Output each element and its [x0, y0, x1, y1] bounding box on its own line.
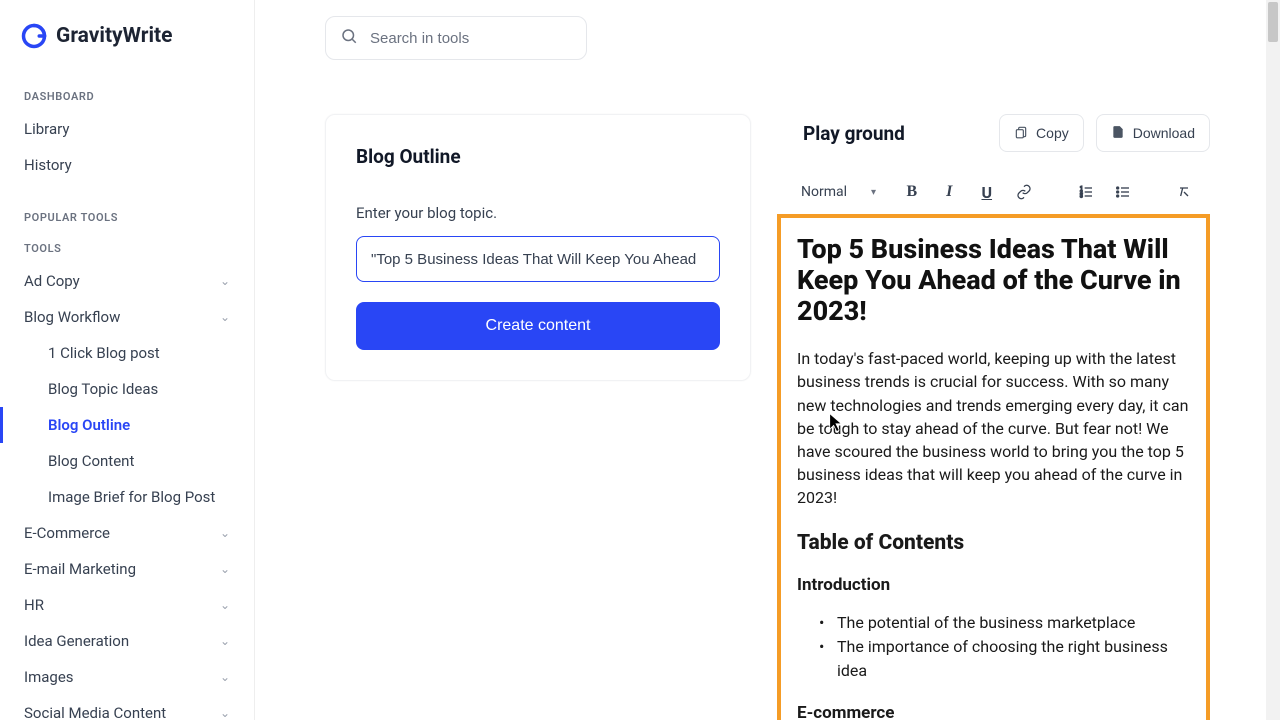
- logo-text: GravityWrite: [56, 24, 172, 48]
- playground-header: Play ground Copy: [777, 114, 1210, 170]
- section-tools: TOOLS: [0, 232, 254, 263]
- sidebar-item-label: History: [24, 156, 72, 174]
- underline-button[interactable]: U: [975, 180, 998, 204]
- logo-icon: [20, 22, 48, 50]
- form-label: Enter your blog topic.: [356, 204, 720, 222]
- ordered-list-button[interactable]: 123: [1074, 180, 1097, 204]
- chevron-down-icon: ⌄: [220, 310, 230, 324]
- search-input[interactable]: [370, 30, 572, 47]
- sidebar-sub-1clickblog[interactable]: 1 Click Blog post: [0, 335, 254, 371]
- form-title: Blog Outline: [356, 145, 720, 168]
- sidebar-item-label: Blog Topic Ideas: [48, 380, 158, 398]
- main: Blog Outline Enter your blog topic. Crea…: [255, 0, 1280, 720]
- search-icon: [340, 27, 358, 49]
- copy-button[interactable]: Copy: [999, 114, 1084, 152]
- sidebar-item-label: E-mail Marketing: [24, 560, 136, 578]
- sidebar-item-adcopy[interactable]: Ad Copy ⌄: [0, 263, 254, 299]
- sidebar-item-label: Blog Workflow: [24, 308, 120, 326]
- unordered-list-button[interactable]: [1111, 180, 1134, 204]
- svg-text:3: 3: [1080, 193, 1083, 199]
- blog-topic-input[interactable]: [356, 236, 720, 282]
- sidebar-item-label: Idea Generation: [24, 632, 129, 650]
- chevron-down-icon: ⌄: [220, 274, 230, 288]
- scrollbar-thumb[interactable]: [1268, 2, 1278, 42]
- sidebar-item-label: 1 Click Blog post: [48, 344, 160, 362]
- chevron-down-icon: ⌄: [220, 562, 230, 576]
- sidebar-item-ecommerce[interactable]: E-Commerce ⌄: [0, 515, 254, 551]
- output-bullet: The importance of choosing the right bus…: [837, 635, 1190, 683]
- sidebar-item-label: HR: [24, 596, 44, 614]
- link-button[interactable]: [1013, 180, 1036, 204]
- sidebar-sub-blogcontent[interactable]: Blog Content: [0, 443, 254, 479]
- editor-output[interactable]: Top 5 Business Ideas That Will Keep You …: [777, 214, 1210, 720]
- chevron-down-icon: ⌄: [220, 706, 230, 720]
- download-icon: [1111, 125, 1125, 142]
- sidebar-item-library[interactable]: Library: [0, 111, 254, 147]
- download-button[interactable]: Download: [1096, 114, 1210, 152]
- sidebar-item-email[interactable]: E-mail Marketing ⌄: [0, 551, 254, 587]
- chevron-down-icon: ⌄: [220, 670, 230, 684]
- sidebar-item-label: E-Commerce: [24, 524, 110, 542]
- playground-panel: Play ground Copy: [777, 114, 1210, 720]
- sidebar-item-label: Images: [24, 668, 74, 686]
- output-section-ecommerce: E-commerce: [797, 703, 1190, 720]
- sidebar: GravityWrite DASHBOARD Library History P…: [0, 0, 255, 720]
- content-row: Blog Outline Enter your blog topic. Crea…: [255, 76, 1280, 720]
- sidebar-item-label: Blog Outline: [48, 416, 130, 434]
- sidebar-item-images[interactable]: Images ⌄: [0, 659, 254, 695]
- copy-button-label: Copy: [1036, 125, 1069, 141]
- format-label: Normal: [801, 184, 847, 200]
- output-intro: In today's fast-paced world, keeping up …: [797, 347, 1190, 509]
- download-button-label: Download: [1133, 125, 1195, 141]
- sidebar-sub-blogtopic[interactable]: Blog Topic Ideas: [0, 371, 254, 407]
- output-section-intro: Introduction: [797, 575, 1190, 595]
- sidebar-sub-imagebrief[interactable]: Image Brief for Blog Post: [0, 479, 254, 515]
- output-intro-list: The potential of the business marketplac…: [797, 611, 1190, 683]
- sidebar-item-social[interactable]: Social Media Content ⌄: [0, 695, 254, 720]
- create-content-button[interactable]: Create content: [356, 302, 720, 350]
- logo[interactable]: GravityWrite: [0, 22, 254, 80]
- playground-title: Play ground: [803, 122, 905, 145]
- format-dropdown[interactable]: Normal ▾: [791, 180, 886, 204]
- sidebar-item-idea[interactable]: Idea Generation ⌄: [0, 623, 254, 659]
- sidebar-item-hr[interactable]: HR ⌄: [0, 587, 254, 623]
- output-heading: Top 5 Business Ideas That Will Keep You …: [797, 234, 1190, 327]
- form-panel: Blog Outline Enter your blog topic. Crea…: [325, 114, 751, 381]
- sidebar-item-label: Social Media Content: [24, 704, 166, 720]
- section-dashboard: DASHBOARD: [0, 80, 254, 111]
- editor-toolbar: Normal ▾ B I U 123: [777, 170, 1210, 214]
- select-caret-icon: ▾: [871, 187, 876, 198]
- clear-format-button[interactable]: [1173, 180, 1196, 204]
- clipboard-icon: [1014, 125, 1028, 142]
- window-scrollbar[interactable]: [1266, 0, 1280, 720]
- bold-button[interactable]: B: [900, 180, 923, 204]
- chevron-down-icon: ⌄: [220, 598, 230, 612]
- chevron-down-icon: ⌄: [220, 526, 230, 540]
- sidebar-item-blogworkflow[interactable]: Blog Workflow ⌄: [0, 299, 254, 335]
- search-box[interactable]: [325, 16, 587, 60]
- sidebar-item-history[interactable]: History: [0, 147, 254, 183]
- italic-button[interactable]: I: [938, 180, 961, 204]
- output-toc-heading: Table of Contents: [797, 531, 1190, 555]
- sidebar-item-label: Image Brief for Blog Post: [48, 488, 215, 506]
- section-popular: POPULAR TOOLS: [0, 201, 254, 232]
- output-bullet: The potential of the business marketplac…: [837, 611, 1190, 635]
- sidebar-item-label: Ad Copy: [24, 272, 80, 290]
- topbar: [255, 0, 1280, 76]
- sidebar-sub-blogoutline[interactable]: Blog Outline: [0, 407, 254, 443]
- sidebar-item-label: Library: [24, 120, 69, 138]
- sidebar-item-label: Blog Content: [48, 452, 134, 470]
- chevron-down-icon: ⌄: [220, 634, 230, 648]
